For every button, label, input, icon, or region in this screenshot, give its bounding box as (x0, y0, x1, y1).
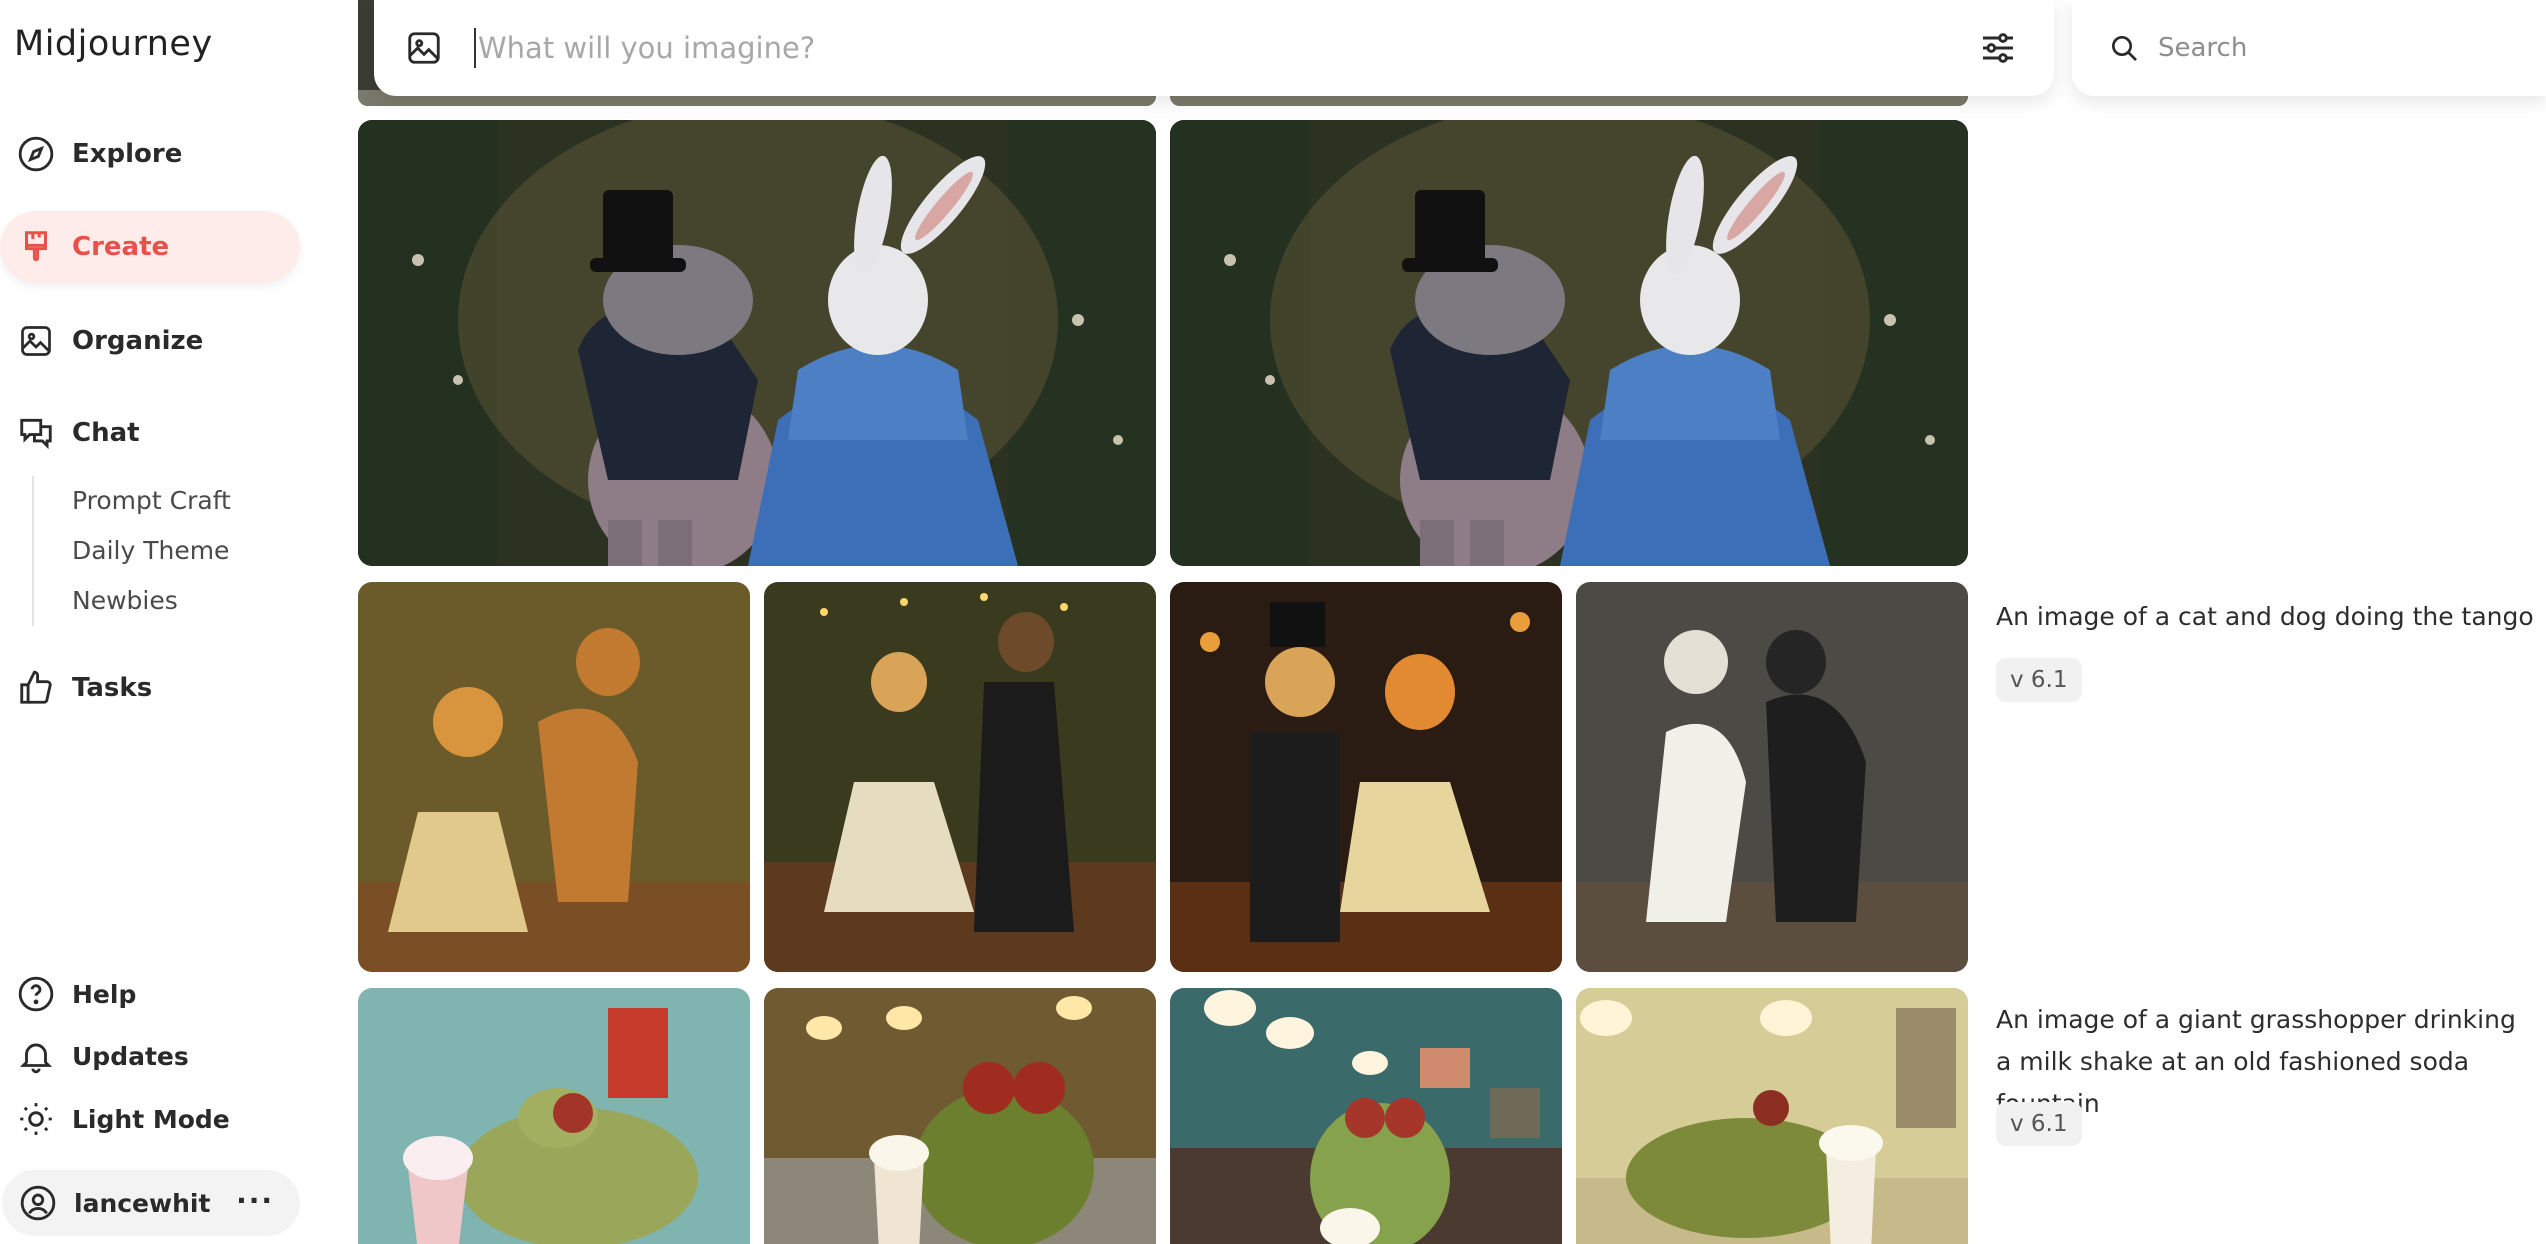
app-root: Midjourney Explore Create Organize Chat (0, 0, 2546, 1244)
image-thumb-grasshopper-4[interactable] (1576, 988, 1968, 1244)
nav-help-label: Help (72, 979, 137, 1009)
paintbrush-icon (16, 227, 56, 267)
nav-updates-label: Updates (72, 1041, 189, 1071)
image-thumb-grasshopper-3[interactable] (1170, 988, 1562, 1244)
image-upload-icon[interactable] (404, 28, 444, 68)
search-input[interactable] (2158, 33, 2518, 63)
more-options-button[interactable]: ··· (236, 1184, 274, 1217)
nav-tasks[interactable]: Tasks (0, 652, 300, 724)
nav-chat[interactable]: Chat (0, 397, 300, 469)
image-thumb-cat-dog-1[interactable] (358, 582, 750, 972)
nav-chat-label: Chat (72, 418, 140, 448)
version-badge[interactable]: v 6.1 (1996, 1102, 2082, 1146)
nav-create-label: Create (72, 232, 170, 262)
sun-icon (16, 1099, 56, 1139)
sidebar: Midjourney Explore Create Organize Chat (0, 0, 340, 1244)
bell-icon (16, 1036, 56, 1076)
prompt-input[interactable] (474, 28, 1976, 68)
image-thumb-cat-dog-3[interactable] (1170, 582, 1562, 972)
grasshopper-milkshake-art (764, 988, 1156, 1244)
nav-organize[interactable]: Organize (0, 305, 300, 377)
user-circle-icon (18, 1183, 58, 1223)
compass-icon (16, 134, 56, 174)
grasshopper-milkshake-art (1170, 988, 1562, 1244)
chat-subnav: Prompt Craft Daily Theme Newbies (32, 476, 231, 626)
light-mode-toggle[interactable]: Light Mode (0, 1088, 300, 1150)
nav-updates[interactable]: Updates (0, 1025, 300, 1087)
nav-explore[interactable]: Explore (0, 118, 300, 190)
search-box (2072, 0, 2546, 96)
nav-organize-label: Organize (72, 326, 204, 356)
cat-dog-tango-art (1170, 582, 1562, 972)
image-thumb-cat-dog-2[interactable] (764, 582, 1156, 972)
cat-dog-tango-art (764, 582, 1156, 972)
question-circle-icon (16, 974, 56, 1014)
light-mode-label: Light Mode (72, 1104, 230, 1134)
image-thumb-hippo-rabbit-1[interactable] (358, 120, 1156, 566)
nav-help[interactable]: Help (0, 963, 300, 1025)
cat-dog-tango-art (358, 582, 750, 972)
user-account[interactable]: lancewhit ··· (2, 1170, 300, 1236)
subnav-item-daily-theme[interactable]: Daily Theme (72, 526, 231, 576)
subnav-item-newbies[interactable]: Newbies (72, 576, 231, 626)
version-badge[interactable]: v 6.1 (1996, 658, 2082, 702)
username: lancewhit (74, 1188, 211, 1218)
chat-bubbles-icon (16, 413, 56, 453)
nav-create[interactable]: Create (0, 211, 300, 283)
grasshopper-milkshake-art (1576, 988, 1968, 1244)
nav-explore-label: Explore (72, 139, 183, 169)
image-thumb-cat-dog-4[interactable] (1576, 582, 1968, 972)
sliders-icon[interactable] (1976, 26, 2020, 70)
hippo-rabbit-art (358, 120, 1156, 566)
subnav-item-prompt-craft[interactable]: Prompt Craft (72, 476, 231, 526)
hippo-rabbit-art (1170, 120, 1968, 566)
thumbs-up-icon (16, 668, 56, 708)
image-thumb-hippo-rabbit-2[interactable] (1170, 120, 1968, 566)
prompt-bar (374, 0, 2054, 96)
search-icon (2106, 30, 2142, 66)
nav-tasks-label: Tasks (72, 673, 153, 703)
gallery-icon (16, 321, 56, 361)
image-thumb-grasshopper-2[interactable] (764, 988, 1156, 1244)
cat-dog-tango-art (1576, 582, 1968, 972)
grasshopper-milkshake-art (358, 988, 750, 1244)
job-prompt-cat-dog[interactable]: An image of a cat and dog doing the tang… (1996, 596, 2536, 638)
image-thumb-grasshopper-1[interactable] (358, 988, 750, 1244)
brand-logo[interactable]: Midjourney (14, 24, 213, 64)
